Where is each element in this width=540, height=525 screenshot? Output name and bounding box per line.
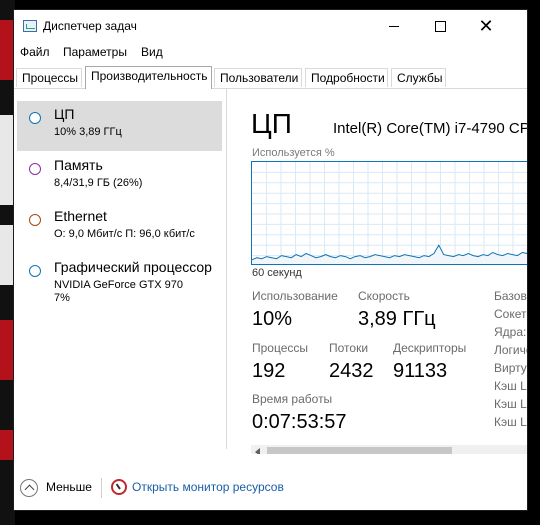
tab-services[interactable]: Службы xyxy=(391,68,446,87)
sidebar-item-memory[interactable]: Память 8,4/31,9 ГБ (26%) xyxy=(17,152,222,202)
cpu-model: Intel(R) Core(TM) i7-4790 CPU xyxy=(333,120,528,137)
utilization-label: Использование xyxy=(252,289,338,303)
minimize-icon xyxy=(389,25,399,27)
title-bar[interactable]: Диспетчер задач ✕ xyxy=(14,10,527,43)
close-icon: ✕ xyxy=(478,16,494,36)
l1-cache-label: Кэш L1: xyxy=(494,379,527,393)
fewer-details-label[interactable]: Меньше xyxy=(46,480,92,494)
chevron-up-icon xyxy=(24,484,34,495)
footer: Меньше Открыть монитор ресурсов xyxy=(14,472,527,510)
cpu-usage-graph xyxy=(251,161,527,265)
cpu-usage-chart xyxy=(252,162,527,264)
close-button[interactable]: ✕ xyxy=(463,10,509,42)
logical-processors-label: Логически xyxy=(494,343,527,357)
desktop-background-right xyxy=(528,0,540,525)
handles-label: Дескрипторы xyxy=(393,341,467,355)
sidebar-item-detail: 10% 3,89 ГГц xyxy=(54,126,122,138)
sockets-label: Сокетов: xyxy=(494,307,527,321)
uptime-label: Время работы xyxy=(252,392,333,406)
sidebar-item-cpu[interactable]: ЦП 10% 3,89 ГГц xyxy=(17,101,222,151)
speed-label: Скорость xyxy=(358,289,410,303)
task-manager-icon xyxy=(23,20,37,32)
cpu-details-panel: ЦП Intel(R) Core(TM) i7-4790 CPU Использ… xyxy=(227,89,528,454)
sidebar-item-gpu[interactable]: Графический процессор NVIDIA GeForce GTX… xyxy=(17,254,222,314)
maximize-button[interactable] xyxy=(417,10,463,42)
menu-view[interactable]: Вид xyxy=(141,45,163,59)
sidebar-item-detail: NVIDIA GeForce GTX 970 xyxy=(54,279,183,291)
sidebar-item-ethernet[interactable]: Ethernet О: 9,0 Мбит/с П: 96,0 кбит/с xyxy=(17,203,222,253)
minimize-button[interactable] xyxy=(371,10,417,42)
l3-cache-label: Кэш L3: xyxy=(494,415,527,429)
sidebar-item-detail-2: 7% xyxy=(54,292,70,304)
resource-sidebar: ЦП 10% 3,89 ГГц Память 8,4/31,9 ГБ (26%)… xyxy=(14,89,227,449)
base-speed-label: Базовая с xyxy=(494,289,527,303)
tab-processes[interactable]: Процессы xyxy=(16,68,82,87)
utilization-value: 10% xyxy=(252,308,293,330)
fewer-details-button[interactable] xyxy=(20,479,38,497)
ethernet-indicator-icon xyxy=(29,214,41,226)
open-resource-monitor-link[interactable]: Открыть монитор ресурсов xyxy=(132,480,284,494)
tab-details[interactable]: Подробности xyxy=(305,68,388,87)
scrollbar-thumb[interactable] xyxy=(267,447,452,454)
memory-indicator-icon xyxy=(29,163,41,175)
uptime-value: 0:07:53:57 xyxy=(252,411,347,433)
scroll-left-icon[interactable] xyxy=(255,448,260,454)
cpu-indicator-icon xyxy=(29,112,41,124)
handles-value: 91133 xyxy=(393,360,448,382)
threads-value: 2432 xyxy=(329,360,374,382)
sidebar-item-detail: 8,4/31,9 ГБ (26%) xyxy=(54,177,143,189)
time-axis-label: 60 секунд xyxy=(252,267,302,279)
tab-performance[interactable]: Производительность xyxy=(85,66,212,89)
menu-file[interactable]: Файл xyxy=(20,45,50,59)
processes-label: Процессы xyxy=(252,341,309,355)
sidebar-item-name: Ethernet xyxy=(54,208,107,224)
threads-label: Потоки xyxy=(329,341,369,355)
task-manager-window: Диспетчер задач ✕ Файл Параметры Вид Про… xyxy=(13,9,528,511)
usage-axis-label: Используется % xyxy=(252,147,335,159)
menu-options[interactable]: Параметры xyxy=(63,45,127,59)
resource-monitor-icon[interactable] xyxy=(111,479,127,495)
horizontal-scrollbar[interactable] xyxy=(251,445,527,454)
tab-users[interactable]: Пользователи xyxy=(214,68,302,87)
tab-bar: Процессы Производительность Пользователи… xyxy=(14,66,527,89)
sidebar-item-detail: О: 9,0 Мбит/с П: 96,0 кбит/с xyxy=(54,228,195,240)
sidebar-item-name: Графический процессор xyxy=(54,259,212,275)
footer-separator xyxy=(101,478,102,498)
processes-value: 192 xyxy=(252,360,286,382)
l2-cache-label: Кэш L2: xyxy=(494,397,527,411)
cores-label: Ядра: xyxy=(494,325,527,339)
menu-bar: Файл Параметры Вид xyxy=(14,43,527,63)
gpu-indicator-icon xyxy=(29,265,41,277)
virtualization-label: Виртуали xyxy=(494,361,527,375)
window-title: Диспетчер задач xyxy=(43,19,137,33)
maximize-icon xyxy=(434,20,446,32)
sidebar-item-name: Память xyxy=(54,157,103,173)
cpu-title: ЦП xyxy=(251,108,292,139)
sidebar-item-name: ЦП xyxy=(54,106,75,122)
speed-value: 3,89 ГГц xyxy=(358,308,436,330)
